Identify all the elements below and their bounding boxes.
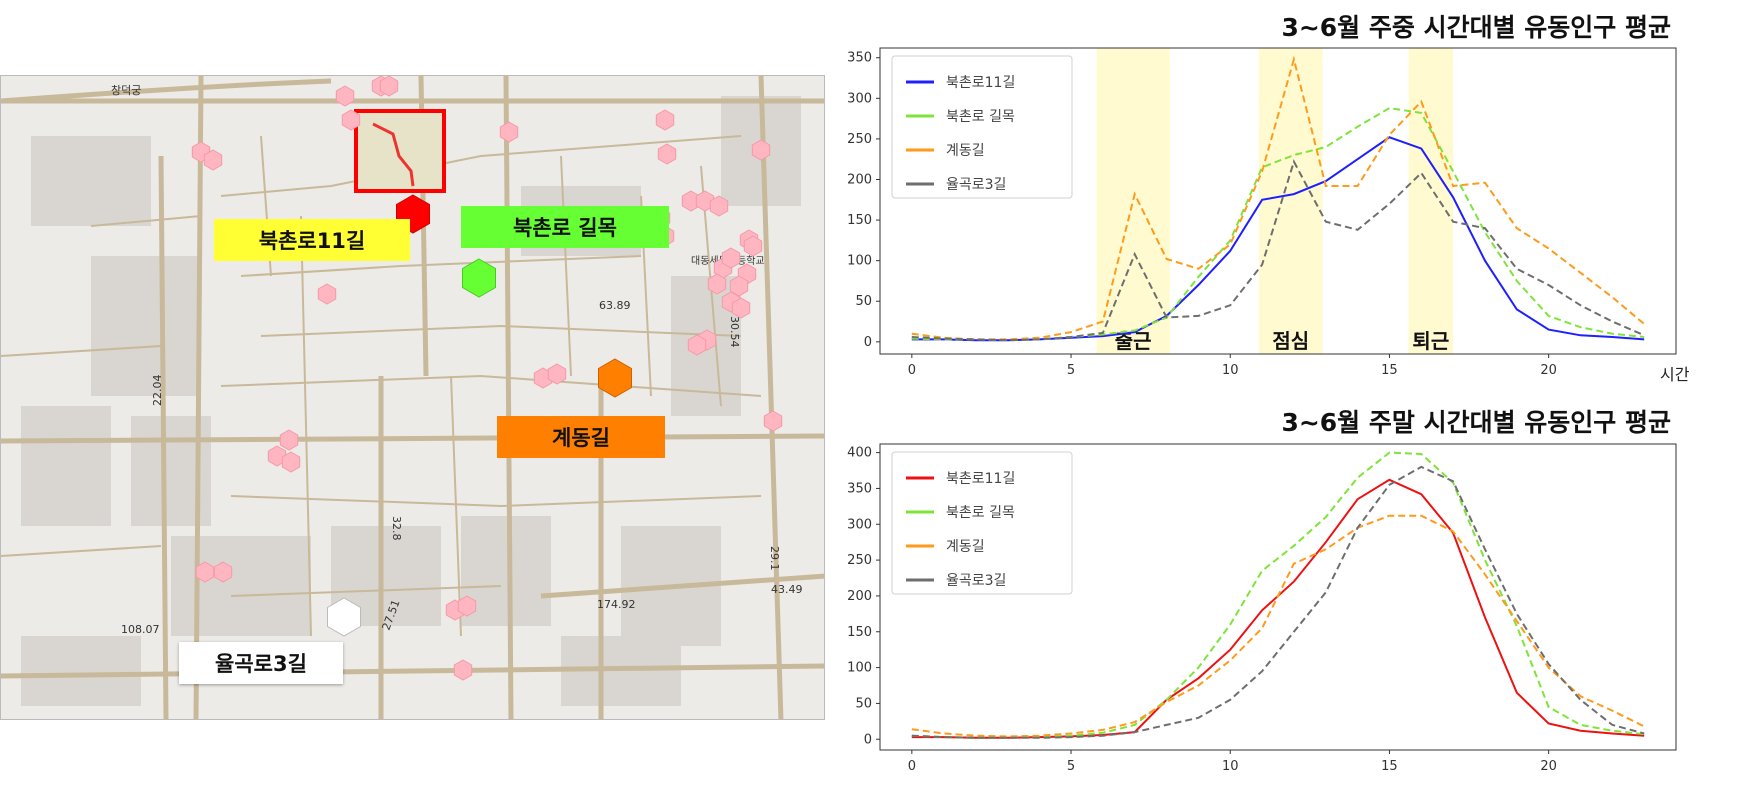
- map-canvas[interactable]: 대동세무고등학교 63.89 30.54 32.8 27.51 22.04 10…: [1, 76, 825, 720]
- y-tick-label: 250: [847, 553, 872, 568]
- map-text-291: 29.1: [768, 546, 781, 571]
- y-tick-label: 300: [847, 517, 872, 532]
- map-text-3054: 30.54: [728, 316, 741, 348]
- x-tick-label: 20: [1540, 759, 1557, 774]
- weekend-chart: 0 5 10 15 20050100150200250300350400북촌로11길북촌…: [847, 443, 1677, 774]
- x-axis-unit: 시간: [1660, 365, 1690, 384]
- other-area-hex: [453, 659, 473, 681]
- weekday-chart-title: 3~6월 주중 시간대별 유동인구 평균: [1281, 13, 1671, 42]
- other-area-hex: [213, 561, 233, 583]
- other-area-hex: [281, 451, 301, 473]
- x-tick-label: 10: [1222, 363, 1239, 378]
- map-text-4349: 43.49: [771, 583, 803, 596]
- legend-label: 북촌로11길: [946, 75, 1015, 91]
- legend-label: 계동길: [946, 143, 985, 159]
- map-panel[interactable]: 대동세무고등학교 63.89 30.54 32.8 27.51 22.04 10…: [0, 75, 825, 720]
- label-yulgok3: 율곡로3길: [179, 642, 343, 684]
- other-area-hex: [709, 195, 729, 217]
- other-area-hex: [341, 109, 361, 131]
- other-area-hex: [751, 139, 771, 161]
- other-area-hex: [457, 595, 477, 617]
- map-text-6389: 63.89: [599, 299, 631, 312]
- other-area-hex: [655, 109, 675, 131]
- other-area-hex: [317, 283, 337, 305]
- x-tick-label: 20: [1540, 363, 1557, 378]
- y-tick-label: 350: [847, 481, 872, 496]
- x-tick-label: 15: [1381, 363, 1398, 378]
- y-tick-label: 300: [847, 91, 872, 106]
- y-tick-label: 350: [847, 51, 872, 66]
- other-area-hex: [743, 235, 763, 257]
- other-area-hex: [499, 121, 519, 143]
- other-area-hex: [707, 273, 727, 295]
- weekday-chart: 출근 점심 퇴근0 5 10 15 20050100150200250300350북촌로11…: [847, 47, 1690, 384]
- map-text-17492: 174.92: [597, 598, 636, 611]
- other-area-hex: [687, 334, 707, 356]
- x-tick-label: 0: [908, 363, 916, 378]
- y-tick-label: 50: [855, 696, 872, 711]
- y-tick-label: 250: [847, 132, 872, 147]
- y-tick-label: 0: [864, 732, 872, 747]
- time-band: [1408, 48, 1454, 354]
- other-area-hex: [547, 363, 567, 385]
- y-tick-label: 50: [855, 294, 872, 309]
- y-tick-label: 150: [847, 213, 872, 228]
- y-tick-label: 100: [847, 254, 872, 269]
- other-area-hex: [379, 76, 399, 97]
- legend-label: 율곡로3길: [946, 573, 1006, 589]
- other-area-hex: [279, 429, 299, 451]
- weekend-chart-title: 3~6월 주말 시간대별 유동인구 평균: [1281, 408, 1671, 437]
- label-bukchon11: 북촌로11길: [214, 219, 410, 261]
- map-text-palace: 창덕궁: [111, 84, 141, 97]
- highlight-box: [354, 109, 446, 193]
- other-area-hex: [203, 149, 223, 171]
- other-area-hex: [335, 85, 355, 107]
- y-tick-label: 150: [847, 625, 872, 640]
- y-tick-label: 100: [847, 661, 872, 676]
- y-tick-label: 200: [847, 172, 872, 187]
- map-text-10807: 108.07: [121, 623, 160, 636]
- other-area-hex: [721, 247, 741, 269]
- time-band: [1096, 48, 1170, 354]
- x-tick-label: 0: [908, 759, 916, 774]
- x-tick-label: 10: [1222, 759, 1239, 774]
- y-tick-label: 0: [864, 335, 872, 350]
- legend-label: 율곡로3길: [946, 177, 1006, 193]
- x-tick-label: 5: [1067, 363, 1075, 378]
- label-gyedong: 계동길: [497, 416, 665, 458]
- label-bukchon-alley: 북촌로 길목: [461, 206, 669, 248]
- time-band-label: 점심: [1272, 329, 1309, 353]
- other-area-hex: [731, 297, 751, 319]
- other-area-hex: [763, 410, 783, 432]
- x-tick-label: 5: [1067, 759, 1075, 774]
- legend-label: 북촌로 길목: [946, 505, 1015, 521]
- other-area-hex: [657, 143, 677, 165]
- legend-label: 북촌로 길목: [946, 109, 1015, 125]
- y-tick-label: 200: [847, 589, 872, 604]
- legend-label: 북촌로11길: [946, 471, 1015, 487]
- legend-label: 계동길: [946, 539, 985, 555]
- y-tick-label: 400: [847, 446, 872, 461]
- time-band: [1258, 48, 1323, 354]
- x-tick-label: 15: [1381, 759, 1398, 774]
- time-band-label: 퇴근: [1412, 329, 1449, 353]
- map-text-328: 32.8: [390, 516, 403, 541]
- other-area-hex: [195, 561, 215, 583]
- map-text-2204: 22.04: [151, 375, 164, 407]
